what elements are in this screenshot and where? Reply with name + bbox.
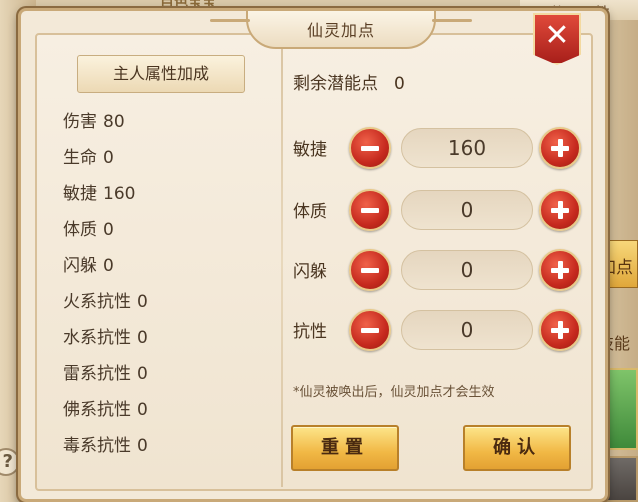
stat-value: 0 — [103, 220, 114, 240]
activation-note: *仙灵被唤出后，仙灵加点才会生效 — [293, 385, 495, 400]
stat-list: 伤害 80 生命 0 敏捷 160 体质 0 闪躲 0 火系抗性 0 水系抗性 0 雷系抗性 0… — [63, 109, 263, 469]
stat-name: 闪躲 — [63, 256, 97, 276]
stat-name: 体质 — [63, 220, 97, 240]
attribute-row-agility: 敏捷 160 — [293, 127, 593, 171]
reset-button[interactable]: 重置 — [291, 425, 399, 471]
attribute-label: 体质 — [293, 202, 327, 222]
close-button[interactable]: ✕ — [533, 13, 581, 65]
constitution-plus-button[interactable] — [539, 189, 581, 231]
constitution-value-field[interactable]: 0 — [401, 190, 533, 230]
stat-name: 敏捷 — [63, 184, 97, 204]
stat-value: 0 — [103, 148, 114, 168]
fairy-points-dialog: 仙灵加点 ✕ 主人属性加成 伤害 80 生命 0 敏捷 160 体质 0 闪躲 0 火系抗… — [18, 8, 608, 502]
dialog-title: 仙灵加点 — [210, 9, 472, 49]
agility-plus-button[interactable] — [539, 127, 581, 169]
stat-value: 0 — [137, 364, 148, 384]
stat-name: 水系抗性 — [63, 328, 131, 348]
confirm-button[interactable]: 确认 — [463, 425, 571, 471]
stat-value: 0 — [103, 256, 114, 276]
stat-row: 闪躲 0 — [63, 253, 263, 289]
attribute-label: 抗性 — [293, 322, 327, 342]
remaining-points: 剩余潜能点 0 — [293, 69, 573, 94]
stat-value: 80 — [103, 112, 125, 132]
stat-value: 0 — [137, 400, 148, 420]
dodge-value-field[interactable]: 0 — [401, 250, 533, 290]
stat-value: 0 — [137, 328, 148, 348]
stat-value: 0 — [137, 292, 148, 312]
stat-row: 伤害 80 — [63, 109, 263, 145]
column-divider — [281, 37, 283, 487]
stat-row: 佛系抗性 0 — [63, 397, 263, 433]
stat-row: 敏捷 160 — [63, 181, 263, 217]
stat-row: 体质 0 — [63, 217, 263, 253]
minus-icon — [361, 268, 379, 273]
stat-name: 毒系抗性 — [63, 436, 131, 456]
minus-icon — [361, 328, 379, 333]
stat-row: 水系抗性 0 — [63, 325, 263, 361]
plus-icon-vertical — [557, 321, 563, 339]
attribute-label: 闪躲 — [293, 262, 327, 282]
stat-name: 生命 — [63, 148, 97, 168]
resistance-minus-button[interactable] — [349, 309, 391, 351]
stat-row: 雷系抗性 0 — [63, 361, 263, 397]
resistance-plus-button[interactable] — [539, 309, 581, 351]
attribute-row-constitution: 体质 0 — [293, 189, 593, 233]
close-icon: ✕ — [544, 18, 570, 53]
agility-value-field[interactable]: 160 — [401, 128, 533, 168]
plus-icon-vertical — [557, 139, 563, 157]
stat-name: 伤害 — [63, 112, 97, 132]
remaining-points-label: 剩余潜能点 — [293, 74, 378, 94]
resistance-value-field[interactable]: 0 — [401, 310, 533, 350]
plus-icon-vertical — [557, 261, 563, 279]
minus-icon — [361, 146, 379, 151]
stat-row: 毒系抗性 0 — [63, 433, 263, 469]
minus-icon — [361, 208, 379, 213]
constitution-minus-button[interactable] — [349, 189, 391, 231]
dodge-minus-button[interactable] — [349, 249, 391, 291]
stat-value: 0 — [137, 436, 148, 456]
stat-name: 佛系抗性 — [63, 400, 131, 420]
remaining-points-value: 0 — [394, 74, 405, 94]
stat-name: 火系抗性 — [63, 292, 131, 312]
stat-name: 雷系抗性 — [63, 364, 131, 384]
dodge-plus-button[interactable] — [539, 249, 581, 291]
agility-minus-button[interactable] — [349, 127, 391, 169]
owner-attribute-bonus-button[interactable]: 主人属性加成 — [77, 55, 245, 93]
attribute-row-dodge: 闪躲 0 — [293, 249, 593, 293]
stat-row: 生命 0 — [63, 145, 263, 181]
attribute-row-resistance: 抗性 0 — [293, 309, 593, 353]
plus-icon-vertical — [557, 201, 563, 219]
attribute-label: 敏捷 — [293, 140, 327, 160]
stat-row: 火系抗性 0 — [63, 289, 263, 325]
stat-value: 160 — [103, 184, 136, 204]
